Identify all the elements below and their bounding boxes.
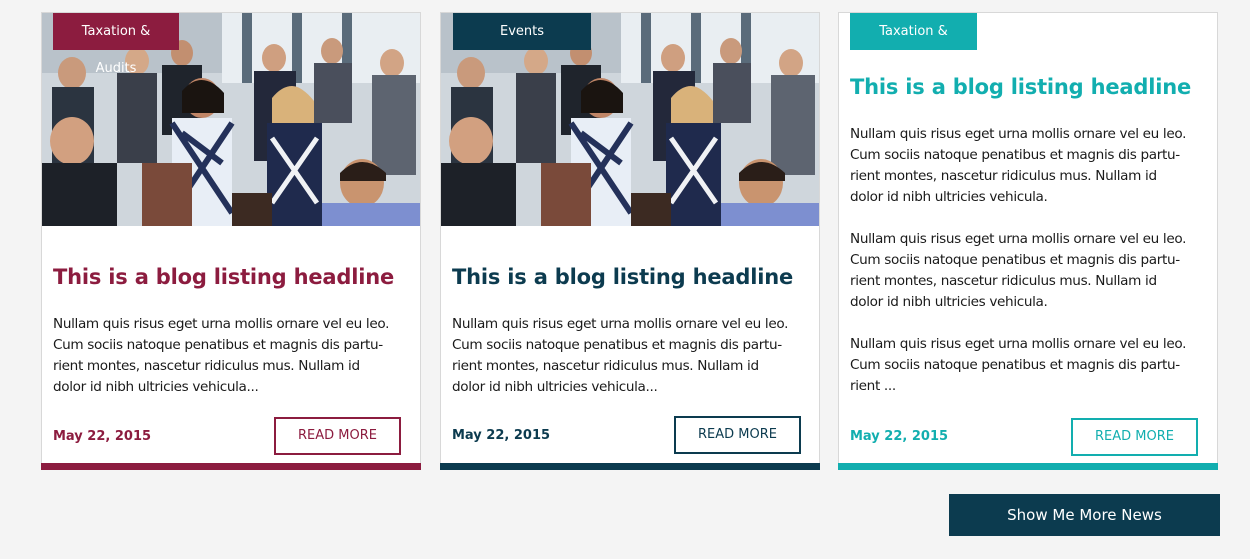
excerpt-paragraph: Nullam quis risus eget urna mollis ornar… <box>850 229 1205 313</box>
excerpt-paragraph: Nullam quis risus eget urna mollis ornar… <box>53 314 408 398</box>
blog-card: Taxation & Audits This is a blog listing… <box>41 12 421 470</box>
excerpt-line: rient montes, nascetur ridiculus mus. Nu… <box>850 168 1157 184</box>
excerpt-paragraph: Nullam quis risus eget urna mollis ornar… <box>452 314 807 398</box>
card-accent-bar <box>838 463 1218 470</box>
card-accent-bar <box>440 463 820 470</box>
card-accent-bar <box>41 463 421 470</box>
excerpt-line: dolor id nibh ultricies vehicula... <box>53 379 259 395</box>
blog-excerpt: Nullam quis risus eget urna mollis ornar… <box>452 314 807 398</box>
excerpt-line: dolor id nibh ultricies vehicula... <box>452 379 658 395</box>
excerpt-line: Nullam quis risus eget urna mollis ornar… <box>850 231 1187 247</box>
excerpt-paragraph: Nullam quis risus eget urna mollis ornar… <box>850 124 1205 208</box>
excerpt-line: Cum sociis natoque penatibus et magnis d… <box>850 147 1180 163</box>
excerpt-line: rient ... <box>850 378 896 394</box>
read-more-button[interactable]: READ MORE <box>674 416 801 454</box>
read-more-button[interactable]: READ MORE <box>274 417 401 455</box>
excerpt-line: rient montes, nascetur ridiculus mus. Nu… <box>53 358 360 374</box>
blog-card: Events This is a blog listing headline N… <box>440 12 820 470</box>
excerpt-line: Cum sociis natoque penatibus et magnis d… <box>850 357 1180 373</box>
excerpt-line: Cum sociis natoque penatibus et magnis d… <box>850 252 1180 268</box>
blog-headline[interactable]: This is a blog listing headline <box>53 265 394 289</box>
excerpt-line: Nullam quis risus eget urna mollis ornar… <box>850 126 1187 142</box>
excerpt-line: Cum sociis natoque penatibus et magnis d… <box>53 337 383 353</box>
excerpt-line: Cum sociis natoque penatibus et magnis d… <box>452 337 782 353</box>
excerpt-line: rient montes, nascetur ridiculus mus. Nu… <box>850 273 1157 289</box>
excerpt-line: Nullam quis risus eget urna mollis ornar… <box>850 336 1187 352</box>
category-tag[interactable]: Events <box>453 13 591 50</box>
excerpt-paragraph: Nullam quis risus eget urna mollis ornar… <box>850 334 1205 397</box>
post-date: May 22, 2015 <box>53 429 152 444</box>
post-date: May 22, 2015 <box>850 429 949 444</box>
category-tag[interactable]: Taxation & Audits <box>850 13 977 76</box>
blog-headline[interactable]: This is a blog listing headline <box>452 265 793 289</box>
blog-excerpt: Nullam quis risus eget urna mollis ornar… <box>850 124 1205 397</box>
category-tag[interactable]: Taxation & Audits <box>53 13 179 76</box>
excerpt-line: Nullam quis risus eget urna mollis ornar… <box>452 316 789 332</box>
blog-excerpt: Nullam quis risus eget urna mollis ornar… <box>53 314 408 398</box>
excerpt-line: rient montes, nascetur ridiculus mus. Nu… <box>452 358 759 374</box>
read-more-button[interactable]: READ MORE <box>1071 418 1198 456</box>
post-date: May 22, 2015 <box>452 428 551 443</box>
blog-card: Taxation & Audits This is a blog listing… <box>838 12 1218 470</box>
excerpt-line: dolor id nibh ultricies vehicula. <box>850 294 1048 310</box>
excerpt-line: dolor id nibh ultricies vehicula. <box>850 189 1048 205</box>
excerpt-line: Nullam quis risus eget urna mollis ornar… <box>53 316 390 332</box>
show-more-news-button[interactable]: Show Me More News <box>949 494 1220 536</box>
